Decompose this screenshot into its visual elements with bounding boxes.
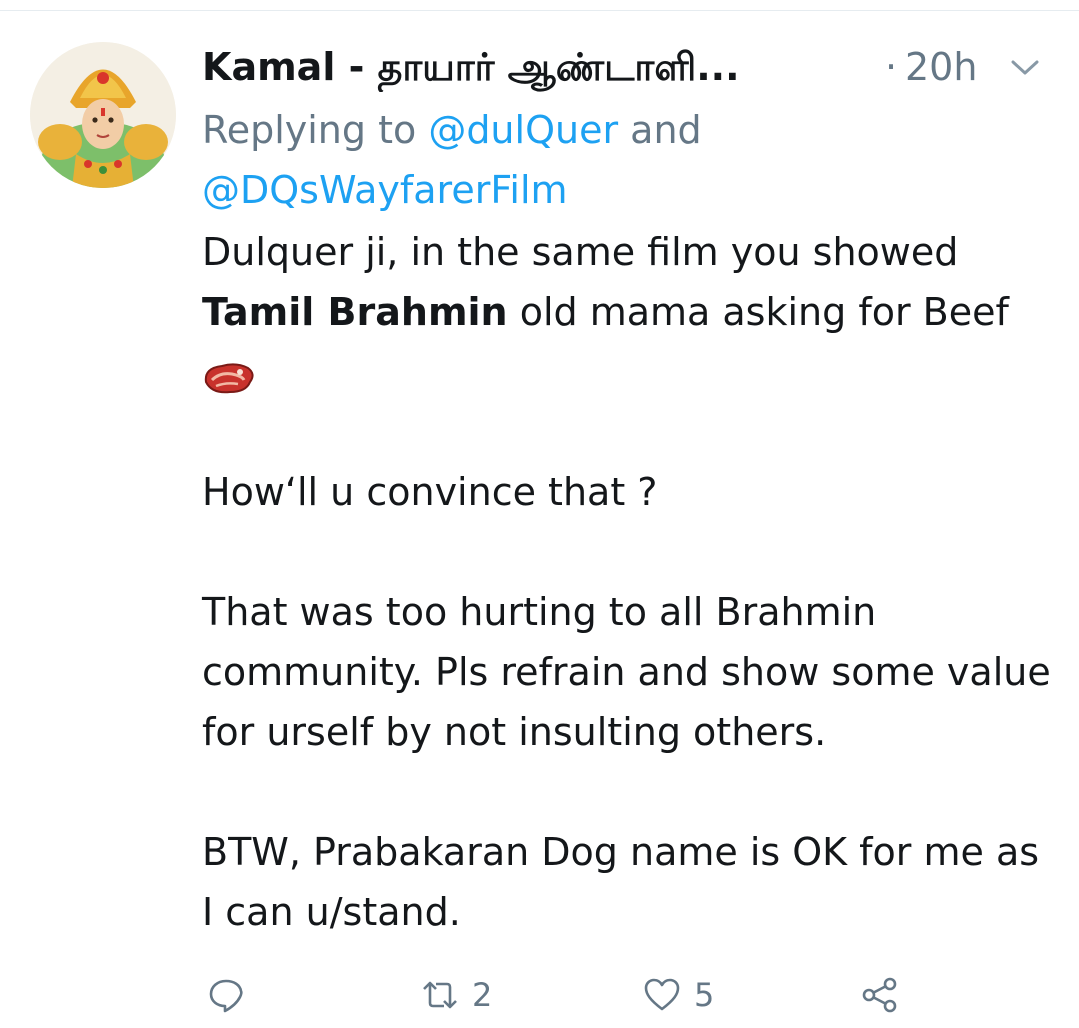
tweet-bold-text: Tamil Brahmin	[202, 290, 508, 334]
tweet-header: Kamal - தாயார் ஆண்டாளி... · 20h	[202, 42, 1052, 92]
heart-icon	[644, 978, 680, 1011]
tweet-paragraph: How‘ll u convince that ?	[202, 470, 658, 514]
mention-link[interactable]: @DQsWayfarerFilm	[202, 168, 568, 212]
tweet-text-segment: Dulquer ji, in the same film you showed	[202, 230, 959, 274]
chevron-down-icon[interactable]	[1007, 52, 1043, 82]
tweet-text-segment: old mama asking for Beef	[507, 290, 1009, 334]
cut-of-meat-icon	[202, 355, 256, 395]
timestamp[interactable]: 20h	[905, 42, 977, 92]
like-button[interactable]: 5	[642, 962, 714, 1028]
top-divider	[0, 10, 1079, 11]
replying-to-label: Replying to	[202, 108, 429, 152]
replying-to-conjunction: and	[618, 108, 702, 152]
tweet-emoji-line	[202, 342, 1062, 402]
avatar[interactable]	[30, 42, 176, 188]
tweet-text: Dulquer ji, in the same film you showed …	[202, 222, 1062, 942]
share-icon	[862, 977, 897, 1013]
mention-link[interactable]: @dulQuer	[428, 108, 618, 152]
separator-dot: ·	[885, 45, 898, 89]
tweet-paragraph: That was too hurting to all Brahmin comm…	[202, 590, 1051, 754]
retweet-icon	[423, 981, 457, 1009]
avatar-image	[30, 42, 176, 188]
replying-to: Replying to @dulQuer and @DQsWayfarerFil…	[202, 100, 842, 220]
display-name[interactable]: Kamal - தாயார் ஆண்டாளி...	[202, 42, 740, 92]
like-count: 5	[694, 976, 715, 1014]
tweet-paragraph: BTW, Prabakaran Dog name is OK for me as…	[202, 830, 1040, 934]
tweet-actions: 2 5	[0, 962, 1079, 1028]
retweet-button[interactable]: 2	[420, 962, 492, 1028]
retweet-count: 2	[472, 976, 493, 1014]
tweet-paragraph: Dulquer ji, in the same film you showed …	[202, 222, 1062, 342]
reply-button[interactable]	[206, 962, 246, 1028]
share-button[interactable]	[860, 962, 900, 1028]
reply-icon	[209, 979, 243, 1013]
